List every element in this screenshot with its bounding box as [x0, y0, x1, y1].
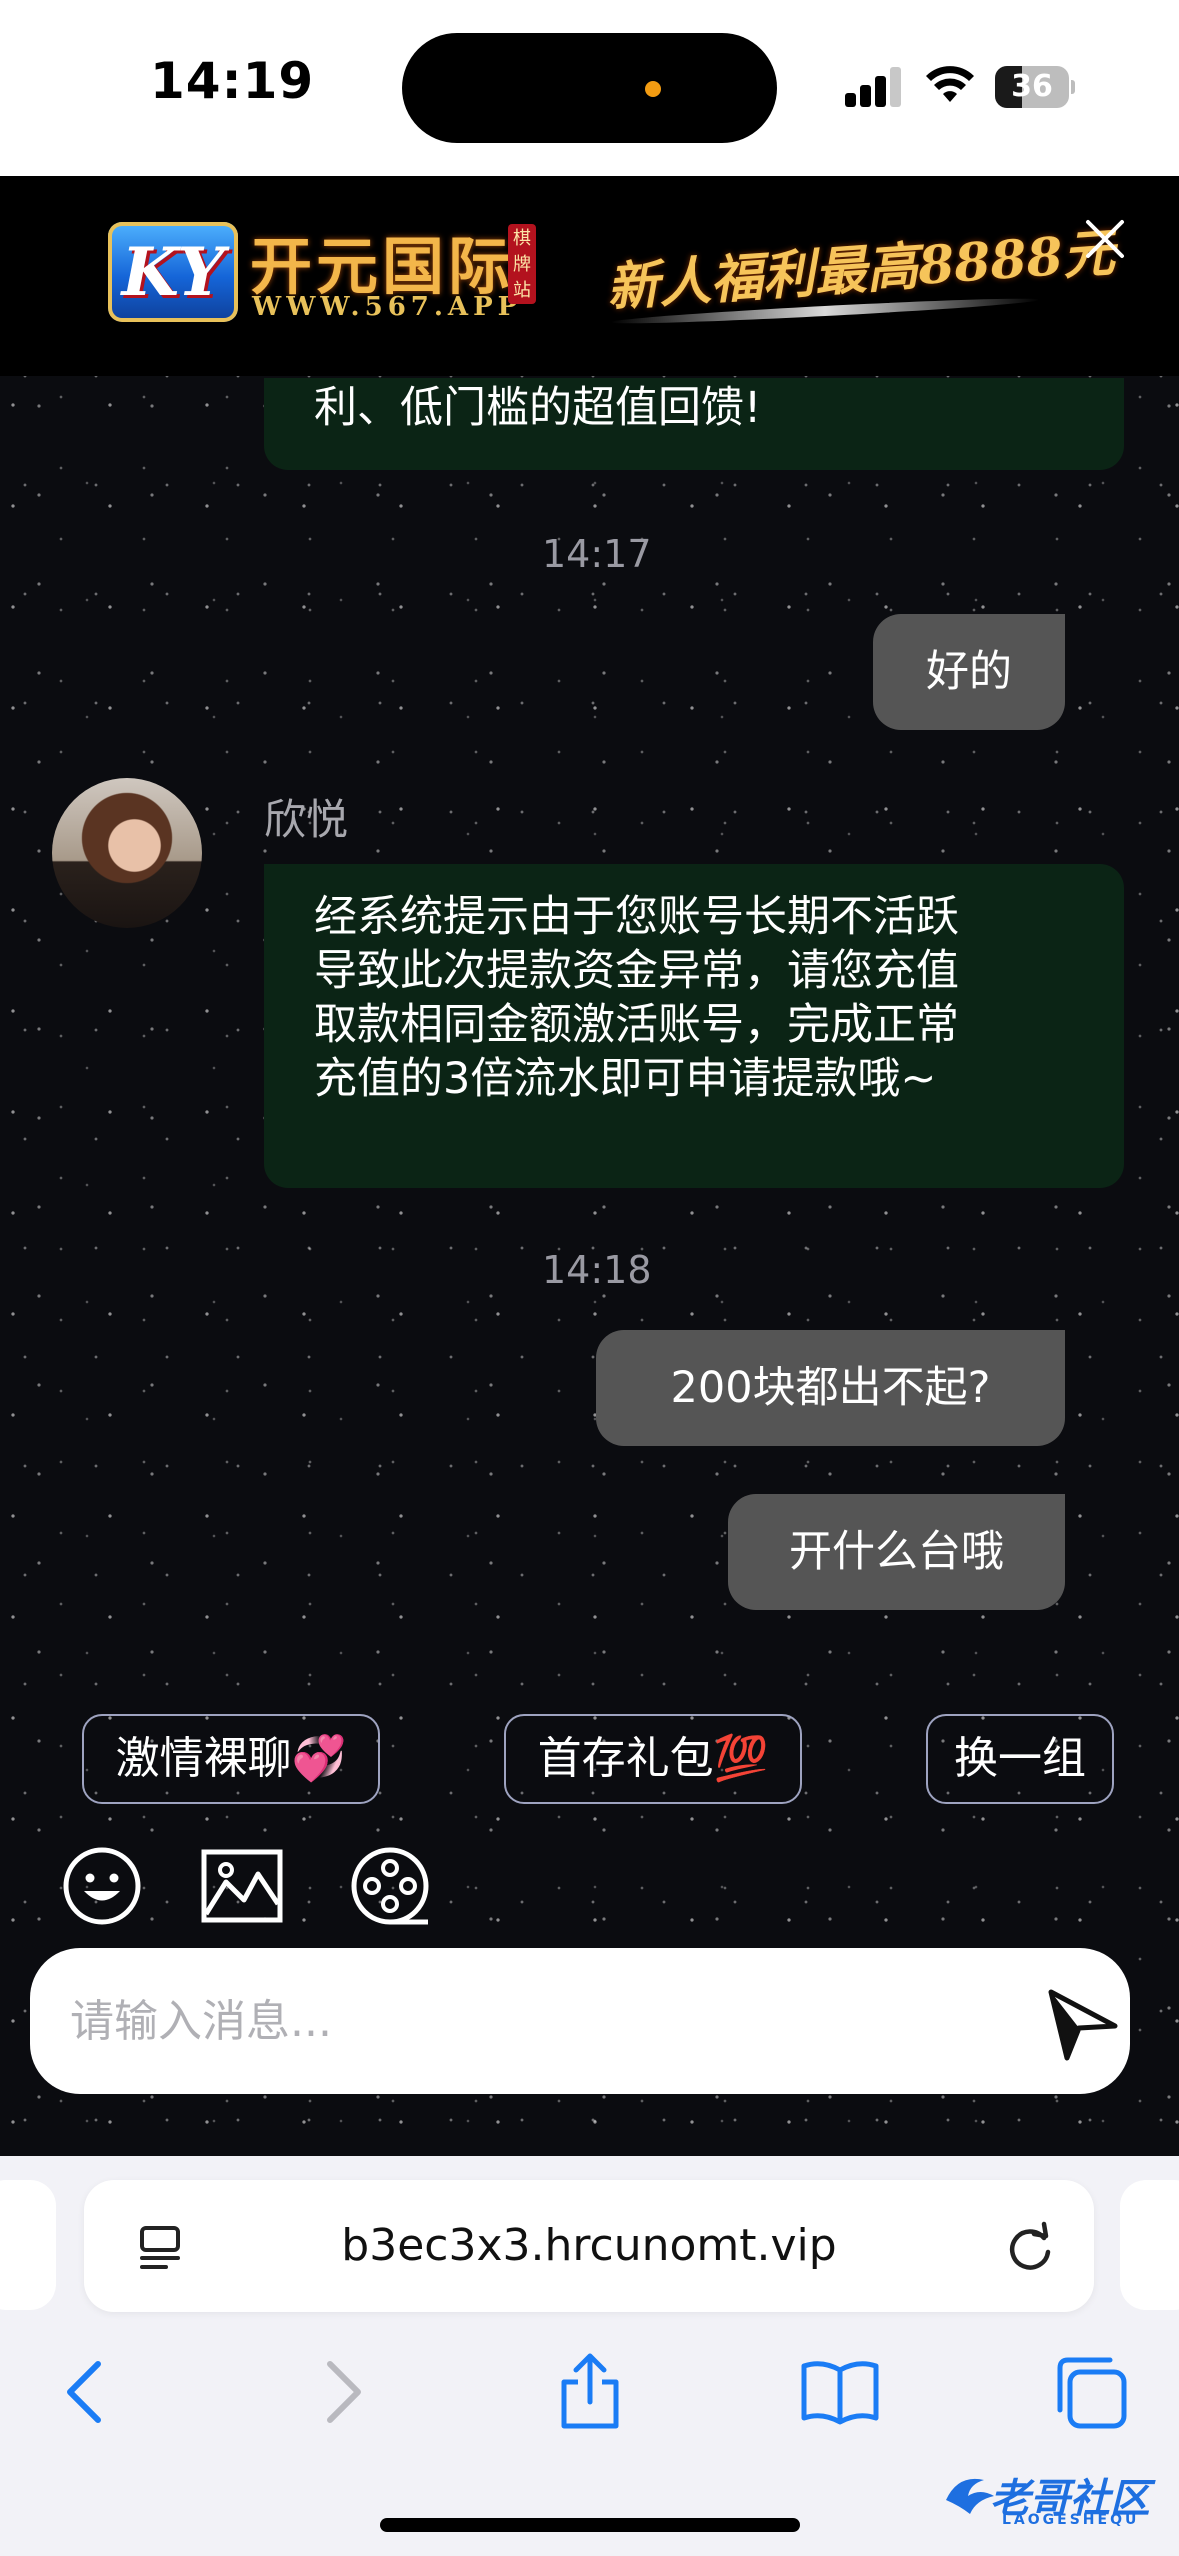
timestamp: 14:18 — [542, 1248, 652, 1292]
timestamp: 14:17 — [542, 532, 652, 576]
chat-area[interactable]: KY 开元国际 WWW.567.APP 棋牌站 新人福利最高8888元 利、低门… — [0, 176, 1179, 2156]
status-bar: 14:19 36 — [0, 0, 1179, 176]
incoming-message: 经系统提示由于您账号长期不活跃 导致此次提款资金异常，请您充值 取款相同金额激活… — [264, 864, 1124, 1188]
sender-name: 欣悦 — [264, 795, 349, 844]
battery-icon: 36 — [995, 66, 1075, 108]
incoming-message: 利、低门槛的超值回馈! — [264, 378, 1124, 470]
message-line: 取款相同金额激活账号，完成正常 — [314, 1000, 959, 1050]
outgoing-message: 200块都出不起? — [596, 1330, 1065, 1446]
dynamic-island — [402, 33, 777, 143]
send-icon[interactable] — [1045, 1986, 1121, 2062]
address-bar[interactable]: b3ec3x3.hrcunomt.vip — [84, 2180, 1094, 2312]
ad-banner[interactable]: KY 开元国际 WWW.567.APP 棋牌站 新人福利最高8888元 — [0, 176, 1179, 376]
message-line: 充值的3倍流水即可申请提款哦~ — [314, 1054, 937, 1104]
outgoing-message: 开什么台哦 — [728, 1494, 1065, 1610]
battery-percentage: 36 — [1011, 69, 1053, 104]
watermark-subtext: LAOGESHEQU — [1002, 2512, 1140, 2528]
tabs-icon[interactable] — [1050, 2352, 1130, 2432]
browser-toolbar: b3ec3x3.hrcunomt.vip 老哥社区 LAOGESHEQU — [0, 2156, 1179, 2556]
message-input[interactable] — [70, 1948, 990, 2094]
change-group-button[interactable]: 换一组 — [926, 1714, 1114, 1804]
message-text: 开什么台哦 — [789, 1527, 1004, 1577]
sender-avatar[interactable] — [52, 778, 202, 928]
cellular-signal-icon — [845, 67, 901, 107]
status-time: 14:19 — [150, 52, 315, 110]
message-text: 200块都出不起? — [670, 1363, 991, 1413]
previous-tab-preview[interactable] — [0, 2180, 56, 2310]
next-tab-preview[interactable] — [1120, 2180, 1179, 2310]
quick-reply-chip[interactable]: 激情裸聊💞 — [82, 1714, 380, 1804]
ky-logo: KY — [108, 222, 238, 322]
message-text: 好的 — [926, 647, 1012, 697]
ad-brand-tag: 棋牌站 — [508, 224, 536, 304]
bookmarks-icon[interactable] — [800, 2352, 880, 2432]
ad-brand-url: WWW.567.APP — [252, 292, 523, 322]
video-icon[interactable] — [348, 1844, 432, 1928]
message-text: 利、低门槛的超值回馈! — [314, 383, 762, 433]
emoji-icon[interactable] — [60, 1844, 144, 1928]
message-input-bar — [30, 1948, 1130, 2094]
reload-icon[interactable] — [1004, 2220, 1056, 2272]
ky-logo-text: KY — [121, 233, 225, 311]
share-icon[interactable] — [550, 2352, 630, 2432]
forward-icon[interactable] — [300, 2352, 380, 2432]
wifi-icon — [926, 66, 974, 102]
close-ad-button[interactable] — [1080, 214, 1130, 264]
watermark-logo: 老哥社区 LAOGESHEQU — [940, 2462, 1170, 2532]
quick-reply-chip[interactable]: 首存礼包💯 — [504, 1714, 802, 1804]
url-text: b3ec3x3.hrcunomt.vip — [341, 2220, 837, 2271]
message-line: 导致此次提款资金异常，请您充值 — [314, 946, 959, 996]
home-indicator[interactable] — [380, 2518, 800, 2532]
back-icon[interactable] — [48, 2352, 128, 2432]
privacy-indicator-dot — [645, 81, 661, 97]
outgoing-message: 好的 — [873, 614, 1065, 730]
image-icon[interactable] — [200, 1844, 284, 1928]
message-line: 经系统提示由于您账号长期不活跃 — [314, 892, 959, 942]
